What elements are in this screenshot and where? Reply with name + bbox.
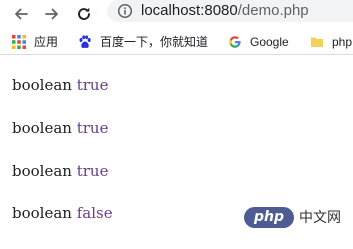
- output-line: boolean false: [12, 203, 113, 223]
- php-logo: php: [244, 207, 294, 228]
- bookmark-baidu[interactable]: 百度一下，你就知道: [78, 33, 216, 51]
- folder-icon: [311, 37, 323, 47]
- bookmark-apps[interactable]: 应用: [12, 33, 72, 51]
- info-icon[interactable]: [117, 3, 133, 19]
- value-text: false: [76, 204, 113, 222]
- bookmark-google[interactable]: Google: [228, 33, 296, 51]
- bookmark-folder-php[interactable]: php: [310, 33, 353, 51]
- arrow-forward-icon[interactable]: [44, 6, 60, 22]
- bookmark-label: 百度一下，你就知道: [100, 35, 209, 49]
- apps-grid-icon: [12, 35, 26, 49]
- value-text: true: [76, 162, 109, 180]
- address-url[interactable]: localhost:8080/demo.php: [141, 2, 309, 20]
- value-text: true: [76, 76, 109, 94]
- value-type: boolean: [12, 204, 72, 222]
- bookmarks-bar: 应用 百度一下，你就知道 Google php: [0, 30, 353, 55]
- reload-icon[interactable]: [76, 6, 92, 22]
- browser-toolbar: localhost:8080/demo.php: [0, 0, 353, 28]
- bookmark-label: Google: [250, 35, 289, 49]
- baidu-paw-icon: [79, 35, 91, 48]
- output-line: boolean true: [12, 118, 108, 138]
- php-cn-watermark: php 中文网: [244, 206, 349, 230]
- google-g-icon: [229, 36, 241, 48]
- value-type: boolean: [12, 162, 72, 180]
- url-path: /demo.php: [237, 2, 309, 19]
- address-bar[interactable]: localhost:8080/demo.php: [107, 0, 353, 22]
- bookmark-label: 应用: [34, 35, 59, 49]
- output-line: boolean true: [12, 75, 108, 95]
- bookmark-label: php: [332, 35, 353, 49]
- output-line: boolean true: [12, 161, 108, 181]
- watermark-text: 中文网: [299, 210, 341, 226]
- php-logo-text: php: [253, 209, 284, 225]
- value-type: boolean: [12, 76, 72, 94]
- value-text: true: [76, 119, 109, 137]
- url-host: localhost:8080: [141, 2, 238, 19]
- value-type: boolean: [12, 119, 72, 137]
- arrow-back-icon[interactable]: [13, 6, 29, 22]
